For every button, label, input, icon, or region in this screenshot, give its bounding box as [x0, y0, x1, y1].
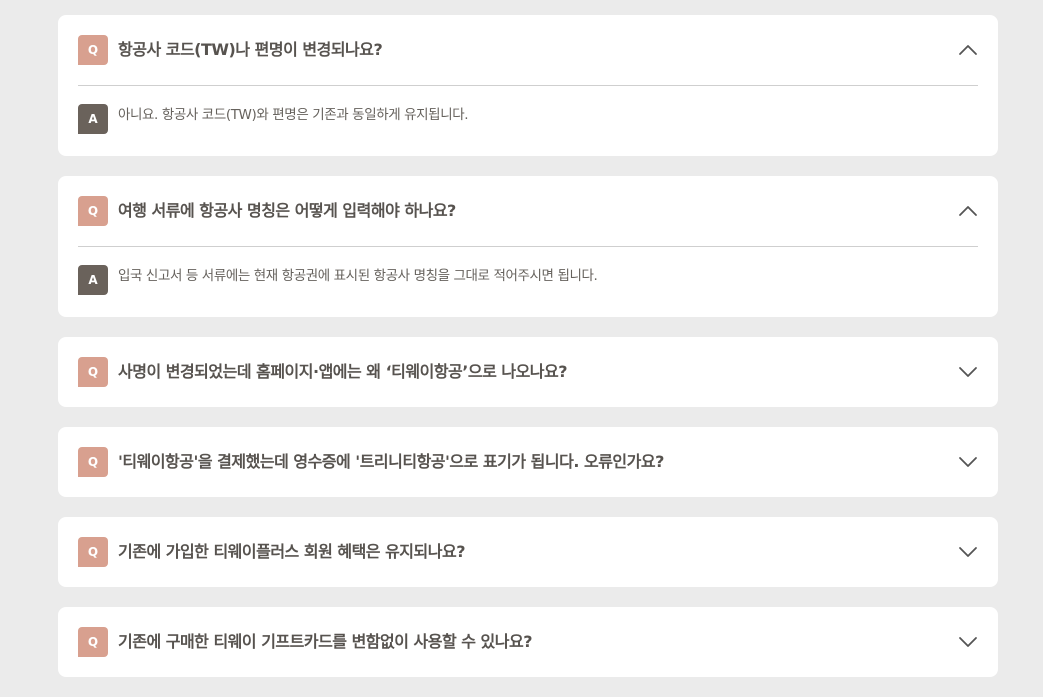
faq-question-text: 항공사 코드(TW)나 편명이 변경되나요?: [118, 40, 383, 59]
chevron-down-icon[interactable]: [958, 452, 978, 472]
question-badge: Q: [78, 35, 108, 65]
faq-question-toggle[interactable]: Q 여행 서류에 항공사 명칭은 어떻게 입력해야 하나요?: [78, 196, 978, 226]
chevron-up-icon[interactable]: [958, 201, 978, 221]
answer-badge: A: [78, 265, 108, 295]
question-badge: Q: [78, 357, 108, 387]
faq-question-toggle[interactable]: Q '티웨이항공'을 결제했는데 영수증에 '트리니티항공'으로 표기가 됩니다…: [78, 447, 978, 477]
faq-item: Q 사명이 변경되었는데 홈페이지·앱에는 왜 ‘티웨이항공’으로 나오나요?: [58, 337, 998, 407]
faq-question-toggle[interactable]: Q 항공사 코드(TW)나 편명이 변경되나요?: [78, 35, 978, 65]
faq-divider: [78, 246, 978, 247]
faq-answer-text: 입국 신고서 등 서류에는 현재 항공권에 표시된 항공사 명칭을 그대로 적어…: [118, 268, 598, 284]
faq-item: Q 여행 서류에 항공사 명칭은 어떻게 입력해야 하나요? A 입국 신고서 …: [58, 176, 998, 317]
faq-question-text: '티웨이항공'을 결제했는데 영수증에 '트리니티항공'으로 표기가 됩니다. …: [118, 452, 664, 471]
chevron-down-icon[interactable]: [958, 542, 978, 562]
faq-answer: A 아니요. 항공사 코드(TW)와 편명은 기존과 동일하게 유지됩니다.: [78, 104, 978, 134]
faq-divider: [78, 85, 978, 86]
faq-item: Q 기존에 구매한 티웨이 기프트카드를 변함없이 사용할 수 있나요?: [58, 607, 998, 677]
faq-item: Q 항공사 코드(TW)나 편명이 변경되나요? A 아니요. 항공사 코드(T…: [58, 15, 998, 156]
answer-badge: A: [78, 104, 108, 134]
faq-question-toggle[interactable]: Q 기존에 가입한 티웨이플러스 회원 혜택은 유지되나요?: [78, 537, 978, 567]
faq-question-text: 사명이 변경되었는데 홈페이지·앱에는 왜 ‘티웨이항공’으로 나오나요?: [118, 362, 568, 381]
chevron-down-icon[interactable]: [958, 362, 978, 382]
faq-question-toggle[interactable]: Q 기존에 구매한 티웨이 기프트카드를 변함없이 사용할 수 있나요?: [78, 627, 978, 657]
question-badge: Q: [78, 537, 108, 567]
faq-question-toggle[interactable]: Q 사명이 변경되었는데 홈페이지·앱에는 왜 ‘티웨이항공’으로 나오나요?: [78, 357, 978, 387]
question-badge: Q: [78, 627, 108, 657]
chevron-down-icon[interactable]: [958, 632, 978, 652]
faq-list: Q 항공사 코드(TW)나 편명이 변경되나요? A 아니요. 항공사 코드(T…: [0, 0, 1043, 697]
faq-question-text: 기존에 구매한 티웨이 기프트카드를 변함없이 사용할 수 있나요?: [118, 632, 533, 651]
faq-answer-text: 아니요. 항공사 코드(TW)와 편명은 기존과 동일하게 유지됩니다.: [118, 107, 469, 123]
question-badge: Q: [78, 196, 108, 226]
chevron-up-icon[interactable]: [958, 40, 978, 60]
faq-item: Q 기존에 가입한 티웨이플러스 회원 혜택은 유지되나요?: [58, 517, 998, 587]
question-badge: Q: [78, 447, 108, 477]
faq-answer: A 입국 신고서 등 서류에는 현재 항공권에 표시된 항공사 명칭을 그대로 …: [78, 265, 978, 295]
faq-question-text: 여행 서류에 항공사 명칭은 어떻게 입력해야 하나요?: [118, 201, 456, 220]
faq-item: Q '티웨이항공'을 결제했는데 영수증에 '트리니티항공'으로 표기가 됩니다…: [58, 427, 998, 497]
faq-question-text: 기존에 가입한 티웨이플러스 회원 혜택은 유지되나요?: [118, 542, 465, 561]
